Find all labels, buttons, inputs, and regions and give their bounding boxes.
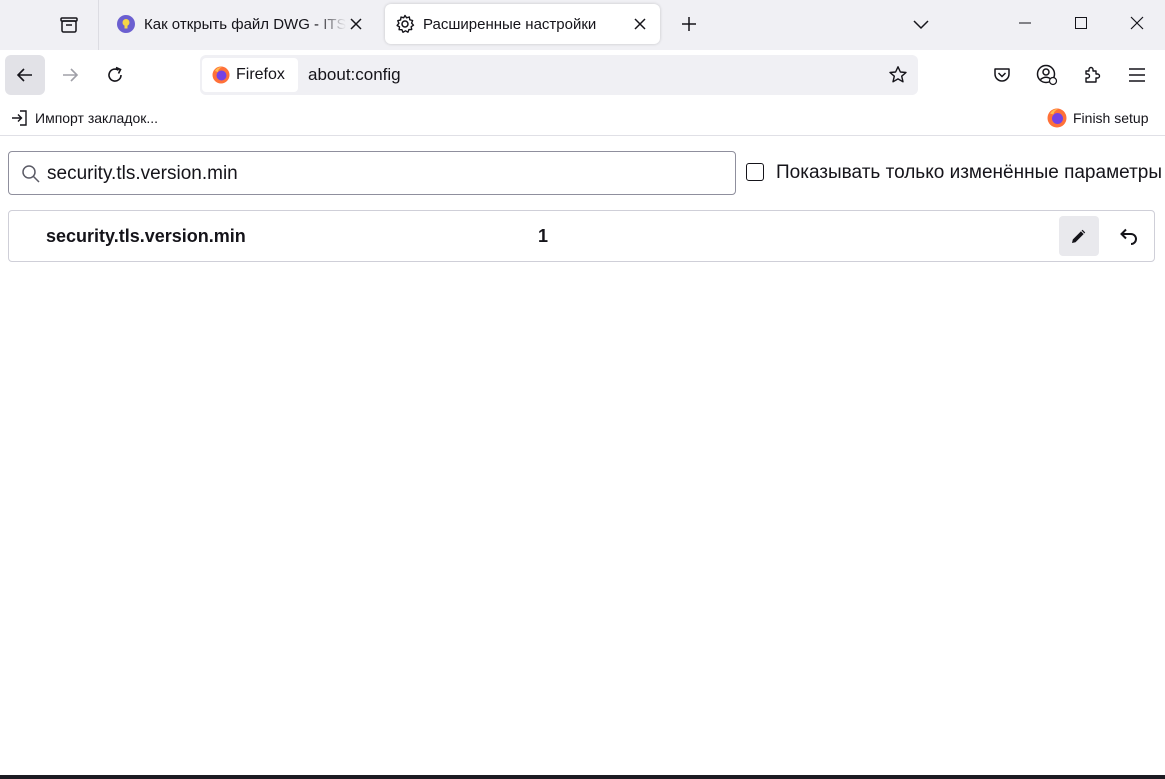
reset-pref-button[interactable] [1109, 216, 1149, 256]
import-bookmarks-item[interactable]: Импорт закладок... [10, 107, 158, 129]
star-icon [889, 66, 907, 83]
firefox-logo-icon [212, 66, 230, 84]
pref-search-box[interactable] [8, 151, 736, 195]
firefox-view-icon [60, 17, 78, 33]
identity-box[interactable]: Firefox [202, 58, 298, 92]
show-modified-only-checkbox[interactable] [746, 163, 764, 181]
url-bar[interactable]: Firefox about:config [200, 55, 918, 95]
import-bookmarks-label: Импорт закладок... [35, 110, 159, 126]
puzzle-icon [1085, 66, 1101, 83]
account-icon [1036, 64, 1058, 86]
back-button[interactable] [5, 55, 45, 95]
plus-icon [682, 17, 696, 31]
tab-title: Как открыть файл DWG - ITSer [144, 15, 346, 33]
menu-button[interactable] [1122, 60, 1152, 90]
search-icon [20, 163, 42, 185]
firefox-view-button[interactable] [48, 6, 90, 44]
firefox-logo-icon [1047, 108, 1067, 128]
tab-about-config[interactable]: Расширенные настройки [385, 4, 660, 44]
maximize-icon [1075, 17, 1087, 29]
arrow-left-icon [16, 68, 32, 82]
tab-itsecurity[interactable]: Как открыть файл DWG - ITSer [106, 4, 376, 44]
title-bar: Как открыть файл DWG - ITSer Расширенные… [0, 0, 1165, 50]
pocket-button[interactable] [987, 60, 1017, 90]
new-tab-button[interactable] [672, 8, 706, 40]
taskbar-edge [0, 775, 1165, 779]
import-icon [12, 110, 27, 126]
pref-row: security.tls.version.min 1 [8, 210, 1155, 262]
maximize-button[interactable] [1053, 0, 1109, 46]
minimize-button[interactable] [997, 0, 1053, 46]
pocket-icon [994, 68, 1010, 82]
close-tab-icon[interactable] [630, 14, 650, 34]
chevron-down-icon [913, 20, 929, 30]
close-window-button[interactable] [1109, 0, 1165, 46]
minimize-icon [1019, 22, 1031, 24]
lightbulb-favicon-icon [116, 14, 136, 34]
extensions-button[interactable] [1077, 60, 1107, 90]
identity-label: Firefox [236, 66, 285, 83]
reload-button[interactable] [95, 55, 135, 95]
account-button[interactable] [1032, 60, 1062, 90]
finish-setup-item[interactable]: Finish setup [1047, 107, 1148, 129]
pref-name: security.tls.version.min [46, 226, 246, 246]
about-config-page: Показывать только изменённые параметры s… [0, 136, 1165, 776]
undo-icon [1120, 228, 1137, 245]
finish-setup-label: Finish setup [1073, 110, 1149, 126]
bookmarks-toolbar: Импорт закладок... Finish setup [0, 100, 1165, 136]
bookmark-star-button[interactable] [886, 63, 910, 87]
show-modified-only-label[interactable]: Показывать только изменённые параметры [776, 162, 1162, 184]
arrow-right-icon [63, 68, 79, 82]
edit-pref-button[interactable] [1059, 216, 1099, 256]
pref-search-input[interactable] [47, 161, 727, 187]
hamburger-menu-icon [1129, 68, 1145, 82]
tab-title: Расширенные настройки [423, 15, 597, 33]
pencil-icon [1072, 229, 1086, 243]
close-tab-icon[interactable] [346, 14, 366, 34]
url-text[interactable]: about:config [308, 65, 401, 85]
close-icon [1130, 16, 1144, 30]
pref-value: 1 [538, 226, 549, 246]
reload-icon [108, 66, 122, 82]
forward-button[interactable] [50, 55, 90, 95]
gear-icon [395, 14, 415, 34]
tab-separator [98, 0, 99, 50]
list-all-tabs-button[interactable] [903, 8, 939, 40]
navigation-toolbar: Firefox about:config [0, 50, 1165, 100]
